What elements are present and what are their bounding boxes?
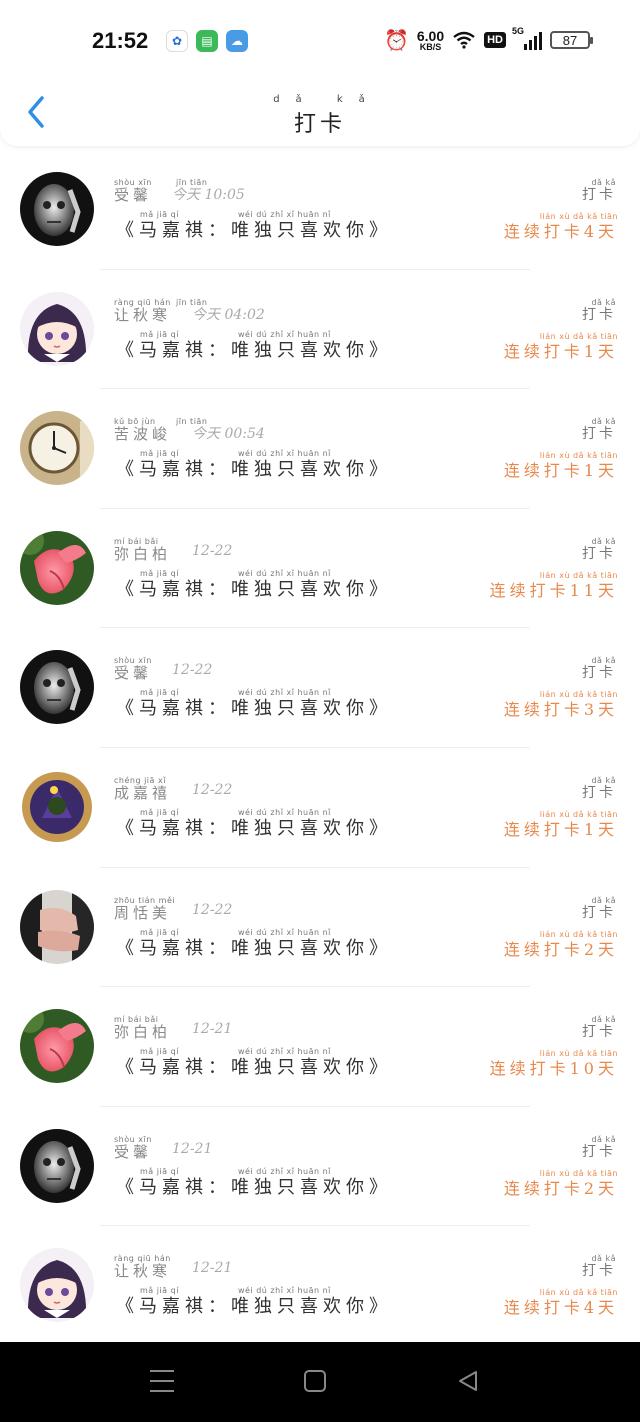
streak-badge: 连续打卡2天	[503, 1178, 618, 1198]
status-time: 21:52	[92, 28, 149, 53]
signal-bar	[524, 44, 527, 50]
checkin-label: 打卡	[582, 1143, 616, 1160]
checkin-label: 打卡	[582, 1263, 616, 1280]
hd-badge: HD	[484, 32, 506, 48]
signal-bar	[534, 36, 537, 50]
signal-bar	[539, 32, 542, 50]
avatar[interactable]	[20, 172, 94, 246]
post-time: 今天 00:54	[192, 426, 265, 443]
post-time: 12-21	[192, 1021, 233, 1038]
list-item[interactable]: mí bái bǎi 弥白柏 12-21 mǎ jiā qí wéi dú zhǐ xǐ…	[0, 987, 640, 1107]
list-item[interactable]: ràng qiū hán 让秋寒 12-21 mǎ jiā qí wéi dú zhǐ …	[0, 1226, 640, 1346]
post-title: 《马嘉祺：唯独只喜欢你》	[116, 817, 392, 839]
header-title-pinyin: dǎ kǎ	[273, 94, 381, 105]
baidu-icon: ✿	[166, 30, 188, 52]
battery-level: 87	[562, 32, 578, 48]
streak-badge: 连续打卡1天	[503, 461, 618, 481]
post-title: 《马嘉祺：唯独只喜欢你》	[116, 1296, 392, 1318]
streak-badge: 连续打卡1天	[503, 819, 618, 839]
checkin-label: 打卡	[582, 426, 616, 443]
avatar[interactable]	[20, 1128, 94, 1203]
avatar[interactable]	[20, 650, 94, 725]
streak-badge: 连续打卡11天	[489, 580, 618, 600]
avatar[interactable]	[20, 530, 94, 605]
user-name: 成嘉禧	[114, 783, 172, 802]
user-name: 受馨	[114, 186, 153, 204]
user-name: 让秋寒	[114, 305, 172, 324]
notification-icons: ✿ ▤ ☁	[166, 30, 248, 52]
system-icons: ⏰ 6.00 KB/S HD 5G 87	[383, 26, 593, 52]
post-title: 《马嘉祺：唯独只喜欢你》	[116, 220, 392, 241]
post-time: 12-21	[192, 1260, 233, 1277]
checkin-label: 打卡	[582, 904, 616, 921]
message-icon: ▤	[196, 30, 218, 52]
avatar[interactable]	[20, 769, 94, 844]
checkin-label: 打卡	[582, 187, 616, 203]
list-item[interactable]: shòu xīn 受馨 jīn tiān 今天 10:05 mǎ jiā qí wéi d…	[0, 150, 640, 270]
checkin-label: 打卡	[582, 1024, 616, 1041]
user-name: 苦波峻	[114, 425, 172, 444]
streak-badge: 连续打卡1天	[503, 341, 618, 361]
post-title: 《马嘉祺：唯独只喜欢你》	[116, 339, 392, 361]
recent-apps-button[interactable]	[150, 1370, 174, 1392]
list-item[interactable]: zhōu tián měi 周恬美 12-22 mǎ jiā qí wéi dú zhǐ…	[0, 868, 640, 988]
avatar[interactable]	[20, 291, 94, 366]
network-type: 5G	[512, 26, 525, 36]
list-item[interactable]: chéng jiā xǐ 成嘉禧 12-22 mǎ jiā qí wéi dú zhǐ …	[0, 748, 640, 868]
list-item[interactable]: ràng qiū hán 让秋寒 jīn tiān 今天 04:02 mǎ jiā qí…	[0, 270, 640, 390]
list-item[interactable]: kǔ bō jùn 苦波峻 jīn tiān 今天 00:54 mǎ jiā qí wéi…	[0, 389, 640, 509]
signal-bar	[529, 40, 532, 50]
user-name: 让秋寒	[114, 1262, 172, 1281]
list-item[interactable]: shòu xīn 受馨 12-22 mǎ jiā qí wéi dú zhǐ xǐ hu…	[0, 628, 640, 748]
user-name: 受馨	[114, 664, 153, 683]
post-time: 12-22	[192, 542, 233, 559]
weather-icon: ☁	[226, 30, 248, 52]
post-time: 今天 04:02	[192, 306, 265, 323]
post-title: 《马嘉祺：唯独只喜欢你》	[116, 698, 392, 720]
post-title: 《马嘉祺：唯独只喜欢你》	[116, 578, 392, 600]
alarm-icon: ⏰	[383, 28, 409, 52]
post-title: 《马嘉祺：唯独只喜欢你》	[116, 459, 392, 481]
user-name: 弥白柏	[114, 544, 172, 563]
net-speed-value: 6.00	[416, 27, 445, 44]
checkin-label: 打卡	[582, 545, 616, 562]
post-time: 12-22	[192, 781, 233, 798]
post-time: 12-22	[172, 662, 213, 679]
streak-badge: 连续打卡3天	[503, 700, 618, 720]
checkin-label: 打卡	[582, 784, 616, 801]
checkin-label: 打卡	[582, 306, 616, 323]
checkin-list: shòu xīn 受馨 jīn tiān 今天 10:05 mǎ jiā qí wéi d…	[0, 150, 640, 1346]
net-speed: 6.00 KB/S	[417, 29, 444, 52]
system-navbar	[0, 1342, 640, 1422]
avatar[interactable]	[20, 889, 94, 964]
post-time: 今天 10:05	[172, 187, 245, 203]
list-item[interactable]: shòu xīn 受馨 12-21 mǎ jiā qí wéi dú zhǐ xǐ hu…	[0, 1107, 640, 1227]
signal-icon: 5G	[512, 26, 542, 50]
streak-badge: 连续打卡4天	[503, 222, 618, 241]
post-time: 12-22	[192, 901, 233, 918]
net-speed-unit: KB/S	[419, 41, 442, 52]
list-item[interactable]: mí bái bǎi 弥白柏 12-22 mǎ jiā qí wéi dú zhǐ xǐ…	[0, 509, 640, 629]
battery-indicator: 87	[550, 31, 593, 49]
wifi-icon	[453, 31, 475, 49]
checkin-label: 打卡	[582, 665, 616, 682]
avatar[interactable]	[20, 1248, 94, 1323]
post-title: 《马嘉祺：唯独只喜欢你》	[116, 1057, 392, 1079]
streak-badge: 连续打卡4天	[503, 1298, 618, 1318]
page-title: 打卡	[293, 112, 346, 137]
streak-badge: 连续打卡10天	[489, 1059, 618, 1079]
post-time: 12-21	[172, 1140, 213, 1157]
streak-badge: 连续打卡2天	[503, 939, 618, 959]
avatar[interactable]	[20, 411, 94, 486]
post-title: 《马嘉祺：唯独只喜欢你》	[116, 1176, 392, 1198]
avatar[interactable]	[20, 1009, 94, 1084]
app-header: dǎ kǎ 打卡	[0, 76, 640, 146]
user-name: 周恬美	[114, 903, 172, 922]
status-bar: 21:52 ✿ ▤ ☁ ⏰ 6.00 KB/S HD 5G 87	[0, 0, 640, 80]
back-button[interactable]	[456, 1369, 480, 1393]
post-title: 《马嘉祺：唯独只喜欢你》	[116, 937, 392, 959]
user-name: 弥白柏	[114, 1023, 172, 1042]
user-name: 受馨	[114, 1142, 153, 1161]
home-button[interactable]	[304, 1370, 326, 1392]
